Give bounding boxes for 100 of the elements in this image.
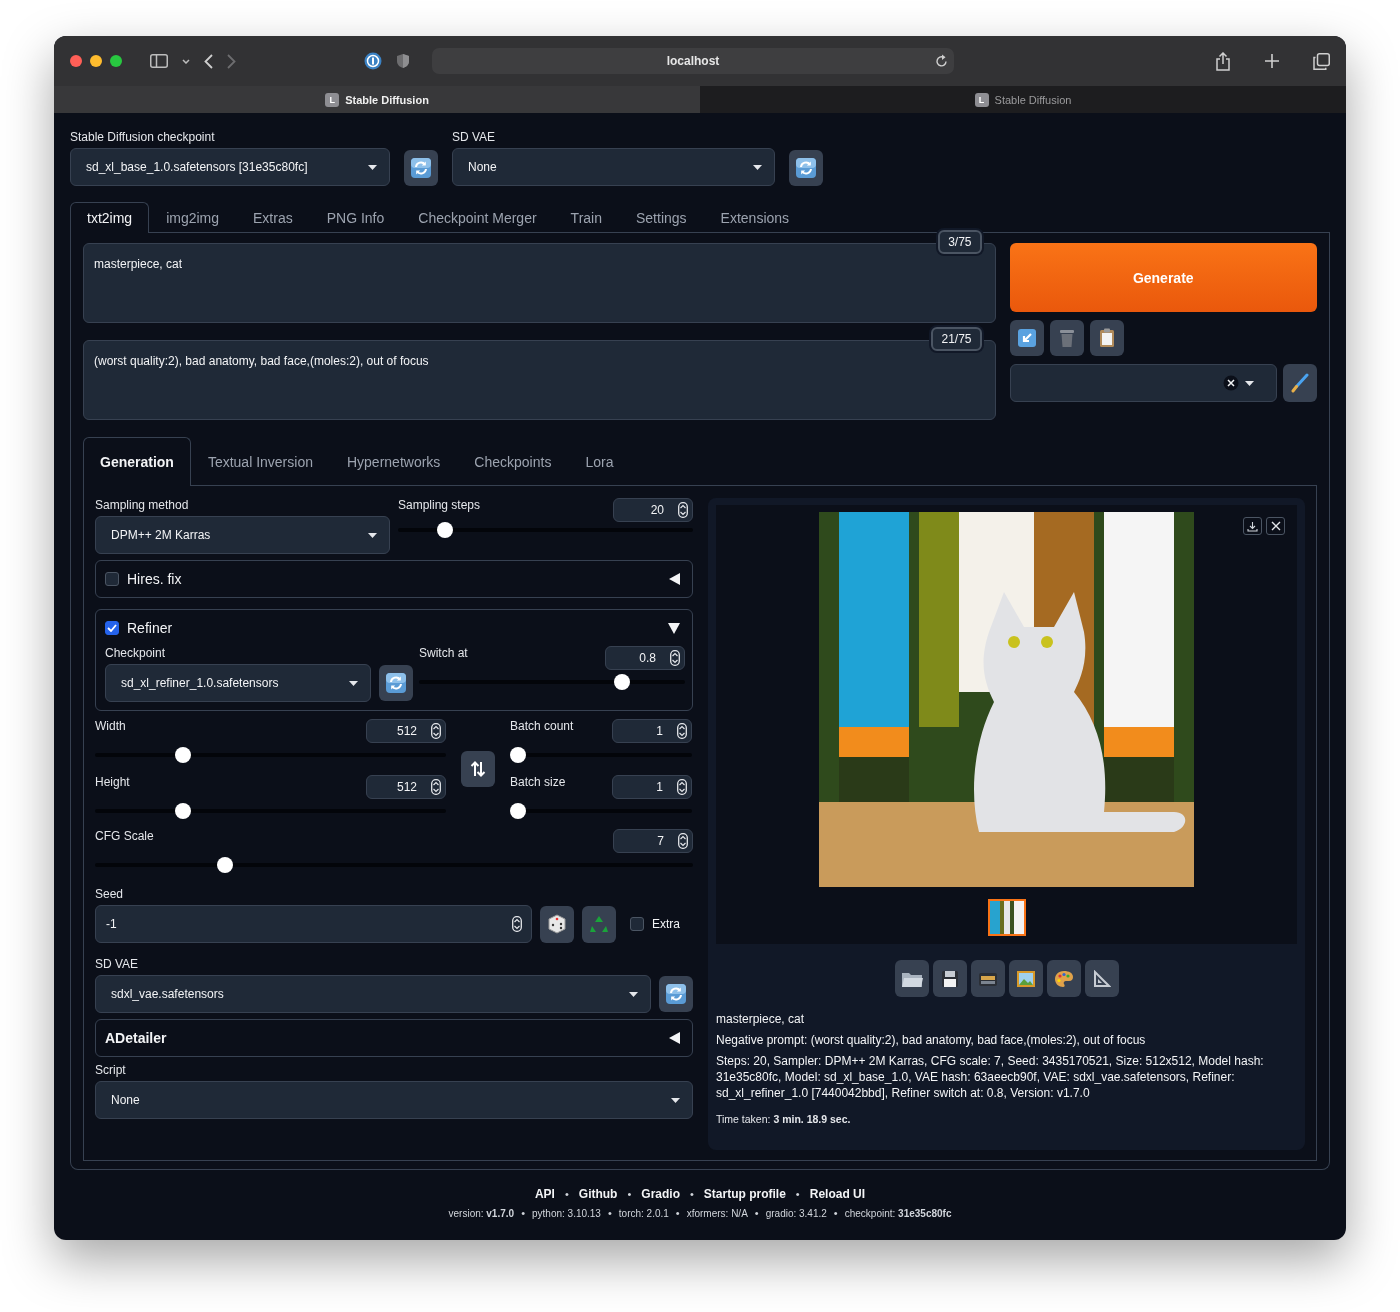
slider[interactable]	[510, 747, 692, 763]
chevron-down-icon[interactable]	[182, 58, 190, 64]
refresh-button[interactable]	[659, 976, 693, 1012]
tab[interactable]: Hypernetworks	[329, 437, 458, 486]
browser-tab[interactable]: L Stable Diffusion	[54, 86, 700, 113]
minimize-window-icon[interactable]	[90, 55, 102, 67]
refresh-button[interactable]	[789, 150, 823, 186]
script-dropdown[interactable]: None	[95, 1081, 693, 1119]
checkbox[interactable]	[630, 917, 644, 931]
close-window-icon[interactable]	[70, 55, 82, 67]
refresh-button[interactable]	[404, 150, 438, 186]
seed-field[interactable]: -1	[95, 905, 532, 943]
thumbnail[interactable]	[987, 899, 1026, 936]
collapse-triangle-icon[interactable]	[668, 622, 680, 634]
reuse-seed-button[interactable]	[582, 905, 616, 943]
sampling-method-dropdown[interactable]: DPM++ 2M Karras	[95, 516, 390, 554]
expand-triangle-icon[interactable]	[669, 1032, 680, 1044]
number-input[interactable]: 0.8	[605, 646, 685, 670]
password-manager-icon[interactable]	[364, 52, 382, 70]
zip-button[interactable]	[970, 960, 1005, 997]
tab[interactable]: Generation	[83, 437, 191, 486]
number-input[interactable]: 20	[613, 498, 693, 522]
download-button[interactable]	[1243, 517, 1262, 535]
tab[interactable]: img2img	[149, 202, 237, 233]
spinner-icon	[512, 916, 522, 932]
caret-icon	[368, 164, 377, 170]
slider[interactable]	[95, 747, 446, 763]
slider-thumb[interactable]	[437, 522, 454, 538]
random-seed-button[interactable]	[540, 905, 574, 943]
tab[interactable]: Checkpoint Merger	[401, 202, 554, 233]
send-to-inpaint-button[interactable]	[1046, 960, 1081, 997]
tab[interactable]: Extensions	[703, 202, 807, 233]
vae-dropdown[interactable]: None	[452, 148, 775, 186]
number-input[interactable]: 512	[366, 775, 446, 799]
tab[interactable]: PNG Info	[309, 202, 402, 233]
number-input[interactable]: 7	[613, 829, 693, 853]
clipboard-button[interactable]	[1089, 320, 1124, 356]
checkpoint-dropdown[interactable]: sd_xl_base_1.0.safetensors [31e35c80fc]	[70, 148, 390, 186]
reload-icon[interactable]	[935, 54, 948, 68]
footer-link[interactable]: Startup profile	[703, 1187, 786, 1201]
send-to-img2img-button[interactable]	[1008, 960, 1043, 997]
sd-vae-dropdown[interactable]: sdxl_vae.safetensors	[95, 975, 652, 1013]
sidebar-icon[interactable]	[150, 54, 168, 68]
refiner-checkpoint-dropdown[interactable]: sd_xl_refiner_1.0.safetensors	[105, 664, 371, 702]
version-info-text: checkpoint: 31e35c80fc	[844, 1207, 952, 1219]
trash-button[interactable]	[1049, 320, 1084, 356]
expand-triangle-icon[interactable]	[669, 573, 680, 585]
slider-thumb[interactable]	[614, 674, 630, 690]
forward-icon[interactable]	[227, 53, 236, 69]
framed-picture-icon	[1015, 969, 1036, 988]
send-to-extras-button[interactable]	[1084, 960, 1119, 997]
read-parameters-button[interactable]	[1009, 320, 1044, 356]
number-input[interactable]: 1	[612, 719, 692, 743]
swap-dimensions-button[interactable]	[461, 751, 495, 787]
close-button[interactable]	[1266, 517, 1285, 535]
browser-tab[interactable]: L Stable Diffusion	[700, 86, 1346, 113]
slider-thumb[interactable]	[217, 857, 234, 873]
clear-icon[interactable]	[1222, 375, 1239, 391]
footer-link[interactable]: Gradio	[641, 1187, 680, 1201]
tab[interactable]: Train	[553, 202, 619, 233]
back-icon[interactable]	[204, 53, 213, 69]
slider-thumb[interactable]	[510, 747, 526, 763]
slider[interactable]	[510, 803, 692, 819]
new-tab-icon[interactable]	[1265, 54, 1279, 68]
slider-thumb[interactable]	[175, 747, 192, 763]
token-counter: 3/75	[938, 230, 982, 254]
brush-button[interactable]	[1282, 364, 1317, 402]
share-icon[interactable]	[1215, 51, 1231, 71]
field-label: CFG Scale	[95, 829, 154, 843]
checkbox[interactable]	[105, 572, 119, 586]
open-folder-button[interactable]	[894, 960, 929, 997]
field-label: Checkpoint	[105, 646, 167, 660]
tab[interactable]: Settings	[619, 202, 704, 233]
version-info-text: gradio: 3.41.2	[765, 1207, 827, 1219]
number-input[interactable]: 512	[366, 719, 446, 743]
number-input[interactable]: 1	[612, 775, 692, 799]
shield-icon[interactable]	[396, 53, 410, 69]
footer-link[interactable]: Reload UI	[809, 1187, 866, 1201]
refresh-button[interactable]	[379, 665, 413, 701]
zoom-window-icon[interactable]	[110, 55, 122, 67]
slider-thumb[interactable]	[175, 803, 192, 819]
save-button[interactable]	[932, 960, 967, 997]
section-title: Hires. fix	[127, 571, 183, 587]
checkbox[interactable]	[105, 621, 119, 635]
slider[interactable]	[95, 857, 693, 873]
address-bar[interactable]: localhost	[432, 48, 954, 74]
field-label: Script	[95, 1063, 127, 1077]
tab[interactable]: Checkpoints	[457, 437, 569, 486]
slider[interactable]	[419, 674, 685, 690]
tab[interactable]: Extras	[236, 202, 310, 233]
caret-icon	[753, 164, 762, 170]
tab[interactable]: Lora	[568, 437, 631, 486]
tab[interactable]: txt2img	[70, 202, 150, 233]
footer-link[interactable]: Github	[578, 1187, 618, 1201]
slider[interactable]	[398, 522, 693, 538]
slider[interactable]	[95, 803, 446, 819]
tab-overview-icon[interactable]	[1313, 52, 1330, 70]
footer-link[interactable]: API	[534, 1187, 555, 1201]
slider-thumb[interactable]	[510, 803, 526, 819]
tab[interactable]: Textual Inversion	[190, 437, 330, 486]
